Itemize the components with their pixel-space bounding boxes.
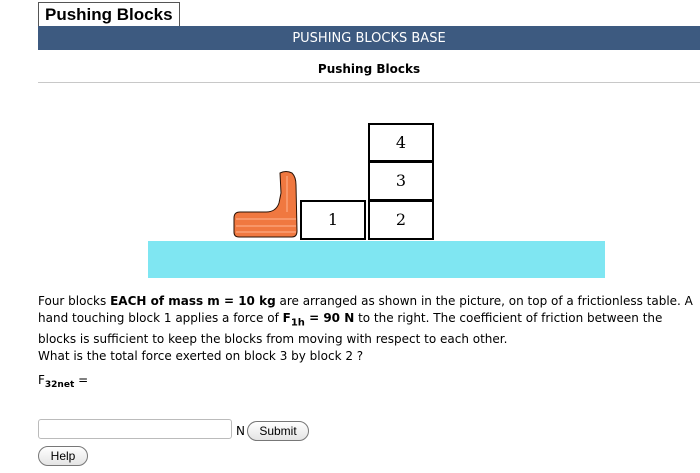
hand-icon (233, 171, 298, 238)
submit-button[interactable]: Submit (247, 421, 309, 441)
block-3-label: 3 (396, 171, 406, 190)
blocks-figure: 1 2 3 4 (148, 123, 605, 278)
answer-label: F32net = (38, 373, 89, 390)
block-4-label: 4 (396, 133, 406, 152)
frictionless-table (148, 241, 605, 278)
block-1-label: 1 (328, 210, 338, 229)
problem-statement: Four blocks EACH of mass m = 10 kg are a… (38, 294, 693, 347)
block-2-label: 2 (396, 210, 406, 229)
help-button[interactable]: Help (38, 446, 88, 466)
unit-label: N (236, 424, 245, 438)
answer-input[interactable] (38, 419, 232, 439)
question-text: What is the total force exerted on block… (38, 349, 364, 363)
